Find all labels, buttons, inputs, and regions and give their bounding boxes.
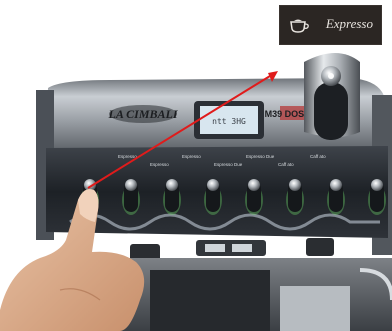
milk-jug	[280, 286, 350, 331]
panel-label: Espresso	[118, 154, 137, 159]
panel-label: Caff ato	[278, 162, 294, 167]
coffee-cup-icon	[290, 19, 309, 33]
lcd-text: ntt 3HG	[212, 117, 246, 126]
panel-label: Espresso	[182, 154, 201, 159]
panel-label: Espresso Due	[214, 162, 243, 167]
brand-logo: LA CIMBALI	[107, 105, 179, 123]
expresso-label: Expresso	[325, 16, 373, 31]
expresso-inset: Expresso	[279, 5, 382, 45]
coffee-machine-photo: LA CIMBALI M39 DOSATRON ntt 3HG Espresso…	[0, 0, 392, 331]
lcd-display: ntt 3HG	[194, 101, 264, 139]
panel-label: Espresso	[150, 162, 169, 167]
brand-logo-text: LA CIMBALI	[107, 107, 178, 121]
panel-label: Caff ato	[310, 154, 326, 159]
zoomed-knob-callout	[304, 53, 360, 140]
panel-label: Espresso Due	[246, 154, 275, 159]
drip-area	[150, 270, 270, 331]
